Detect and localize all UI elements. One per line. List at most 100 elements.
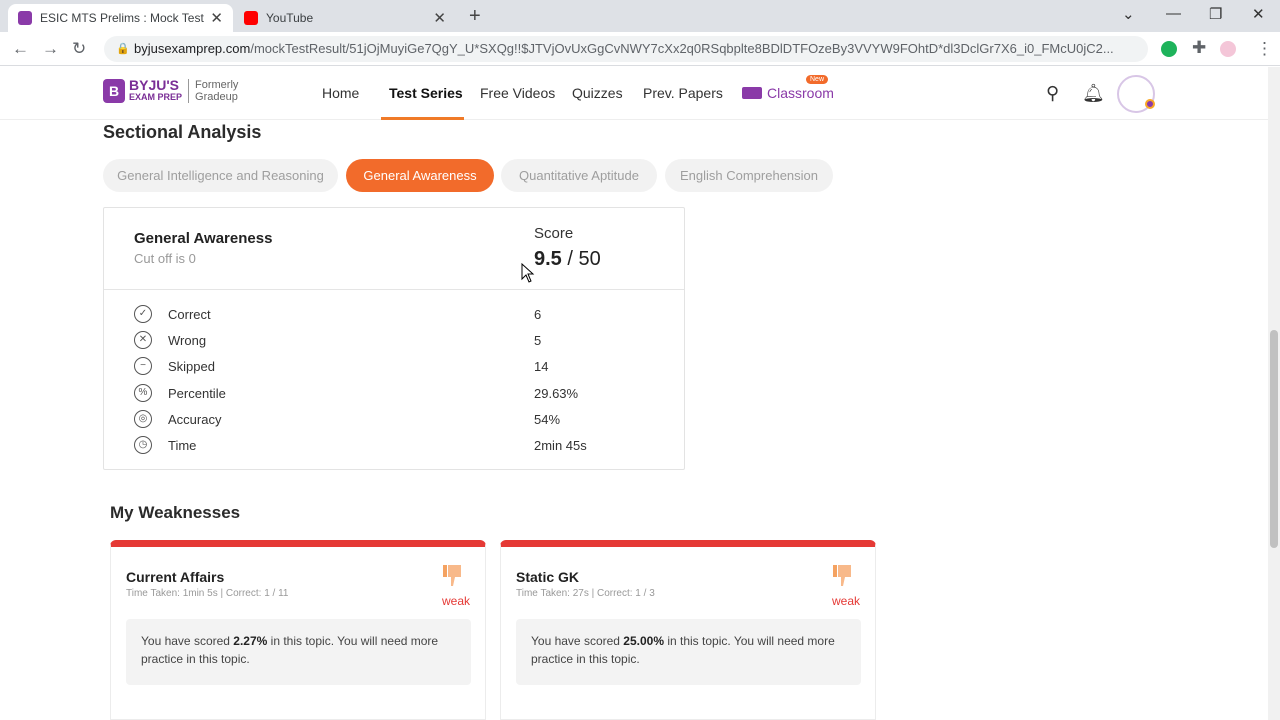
stat-row-skipped: − Skipped 14 [134, 357, 674, 377]
stat-label: Time [168, 438, 197, 453]
msg-percent: 25.00% [623, 634, 664, 648]
nav-prev-papers[interactable]: Prev. Papers [643, 85, 723, 101]
byjus-favicon [18, 11, 32, 25]
site-header: B BYJU'S EXAM PREP Formerly Gradeup Home T… [0, 67, 1268, 120]
msg-pre: You have scored [141, 634, 234, 648]
minimize-icon[interactable]: — [1166, 5, 1181, 22]
stat-row-accuracy: ◎ Accuracy 54% [134, 410, 674, 430]
avatar-badge-icon [1145, 99, 1155, 109]
tab-quantitative-aptitude[interactable]: Quantitative Aptitude [501, 159, 657, 192]
nav-test-series[interactable]: Test Series [389, 85, 463, 101]
address-bar: ← → ↻ 🔒 byjusexamprep.com/mockTestResult… [0, 32, 1280, 66]
nav-quizzes[interactable]: Quizzes [572, 85, 623, 101]
weakness-message: You have scored 25.00% in this topic. Yo… [516, 619, 861, 685]
stat-value: 29.63% [534, 386, 579, 401]
weaknesses-heading: My Weaknesses [110, 503, 241, 522]
target-icon: ◎ [134, 410, 152, 428]
weakness-topic: Static GK [516, 569, 580, 585]
score-obtained: 9.5 [534, 248, 562, 270]
nav-home[interactable]: Home [322, 85, 359, 101]
browser-tabstrip: ESIC MTS Prelims : Mock Test 1 M ✕ YouTu… [0, 0, 1280, 32]
weakness-meta: Time Taken: 1min 5s | Correct: 1 / 11 [126, 588, 289, 599]
stat-label: Accuracy [168, 412, 222, 427]
stat-value: 5 [534, 333, 542, 348]
msg-percent: 2.27% [233, 634, 268, 648]
byjus-logo-mark: B [103, 79, 125, 103]
menu-icon[interactable]: ⋮ [1256, 39, 1273, 59]
new-badge: New [806, 75, 829, 84]
stat-label: Wrong [168, 333, 207, 348]
weakness-card-current-affairs: Current Affairs Time Taken: 1min 5s | Co… [110, 540, 486, 720]
mouse-cursor-icon [521, 263, 535, 283]
scrollbar-thumb[interactable] [1270, 330, 1278, 548]
score-total: / 50 [567, 248, 601, 270]
tab-title: YouTube [266, 11, 314, 25]
section-score-card: General Awareness Cut off is 0 Score 9.5… [103, 207, 685, 470]
url-field[interactable]: 🔒 byjusexamprep.com/mockTestResult/51jOj… [104, 36, 1148, 62]
grammarly-icon[interactable] [1161, 41, 1177, 57]
close-window-icon[interactable]: ✕ [1252, 5, 1265, 23]
page-scrollbar[interactable] [1268, 67, 1280, 720]
back-icon[interactable]: ← [12, 39, 29, 59]
nav-free-videos[interactable]: Free Videos [480, 85, 555, 101]
stat-row-percentile: % Percentile 29.63% [134, 384, 674, 404]
section-title: General Awareness [134, 230, 273, 247]
close-tab-icon[interactable]: ✕ [210, 9, 223, 27]
user-avatar[interactable] [1117, 75, 1155, 113]
close-tab-icon[interactable]: ✕ [433, 9, 446, 27]
stat-value: 2min 45s [534, 438, 587, 453]
thumbs-down-icon [443, 565, 461, 586]
nav-classroom[interactable]: Classroom [742, 85, 834, 101]
byjus-logo[interactable]: B BYJU'S EXAM PREP Formerly Gradeup [103, 78, 239, 103]
tab-english-comprehension[interactable]: English Comprehension [665, 159, 833, 192]
url-path: /mockTestResult/51jOjMuyiGe7QgY_U*SXQg!!… [250, 41, 1114, 56]
profile-icon[interactable] [1220, 41, 1236, 57]
formerly-line2: Gradeup [195, 91, 238, 103]
weakness-message: You have scored 2.27% in this topic. You… [126, 619, 471, 685]
weak-label: weak [831, 594, 860, 608]
tab-general-intelligence[interactable]: General Intelligence and Reasoning [103, 159, 338, 192]
cutoff-text: Cut off is 0 [134, 251, 196, 266]
x-circle-icon: ✕ [134, 331, 152, 349]
weakness-topic: Current Affairs [126, 569, 225, 585]
score-label: Score [534, 225, 574, 242]
weakness-card-static-gk: Static GK Time Taken: 27s | Correct: 1 /… [500, 540, 876, 720]
stat-value: 54% [534, 412, 561, 427]
video-camera-icon [742, 87, 762, 99]
stat-row-correct: ✓ Correct 6 [134, 305, 674, 325]
tab-youtube[interactable]: YouTube ✕ [234, 4, 456, 32]
sectional-analysis-heading: Sectional Analysis [103, 122, 262, 142]
stat-value: 14 [534, 359, 549, 374]
weakness-meta: Time Taken: 27s | Correct: 1 / 3 [516, 588, 655, 599]
stat-label: Correct [168, 307, 211, 322]
thumbs-down-icon [833, 565, 851, 586]
stat-label: Percentile [168, 386, 226, 401]
new-tab-icon[interactable]: + [469, 5, 481, 28]
lock-icon: 🔒 [116, 43, 130, 55]
stat-label: Skipped [168, 359, 215, 374]
msg-pre: You have scored [531, 634, 624, 648]
formerly-line1: Formerly [195, 79, 239, 91]
forward-icon[interactable]: → [42, 39, 59, 59]
nav-classroom-label: Classroom [767, 85, 834, 101]
tab-esic-mock[interactable]: ESIC MTS Prelims : Mock Test 1 M ✕ [8, 4, 233, 32]
stat-row-time: ◷ Time 2min 45s [134, 436, 674, 456]
weak-label: weak [441, 594, 470, 608]
url-host: byjusexamprep.com [134, 41, 251, 56]
bell-icon[interactable]: 🔔︎ [1082, 83, 1105, 104]
extensions-icon[interactable]: ✚ [1192, 38, 1206, 58]
stat-value: 6 [534, 307, 542, 322]
minus-circle-icon: − [134, 357, 152, 375]
tab-title: ESIC MTS Prelims : Mock Test 1 M [40, 11, 204, 25]
score-value: 9.5 / 50 [534, 248, 601, 271]
stat-row-wrong: ✕ Wrong 5 [134, 331, 674, 351]
tab-general-awareness[interactable]: General Awareness [346, 159, 494, 192]
tab-search-icon[interactable]: ⌄ [1122, 5, 1135, 23]
logo-sub: EXAM PREP [129, 92, 183, 102]
clock-icon: ◷ [134, 436, 152, 454]
restore-icon[interactable]: ❐ [1209, 5, 1222, 23]
search-icon[interactable]: ⚲ [1046, 83, 1059, 104]
active-nav-underline [381, 117, 464, 120]
reload-icon[interactable]: ↻ [72, 39, 86, 59]
check-circle-icon: ✓ [134, 305, 152, 323]
